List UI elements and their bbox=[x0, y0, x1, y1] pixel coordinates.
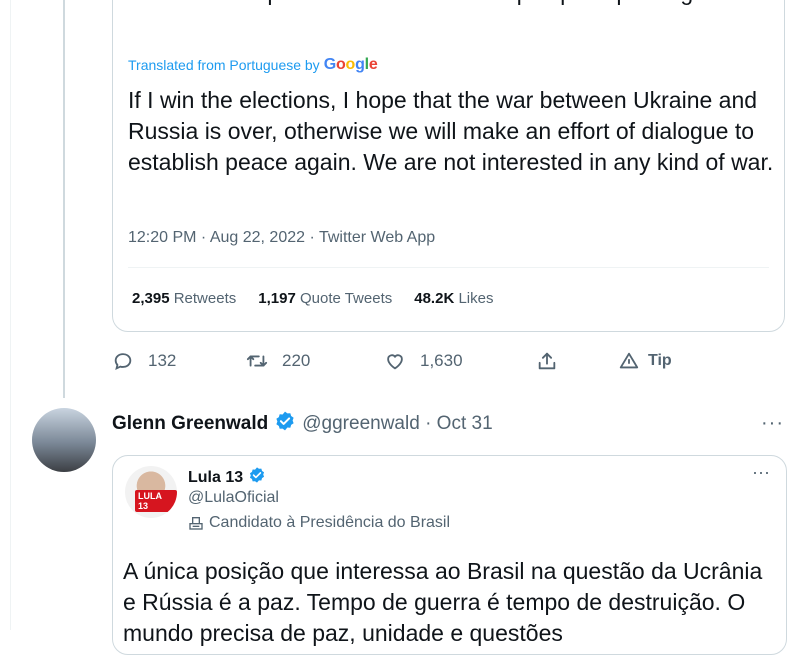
avatar[interactable] bbox=[32, 408, 96, 472]
retweets-label: Retweets bbox=[173, 290, 237, 307]
verified-badge-icon bbox=[248, 466, 266, 489]
handle-and-date[interactable]: @ggreenwald · Oct 31 bbox=[302, 413, 492, 435]
avatar-badge: LULA 13 bbox=[135, 490, 177, 512]
tweet-header: Glenn Greenwald @ggreenwald · Oct 31 bbox=[112, 410, 493, 438]
tip-icon bbox=[619, 352, 639, 369]
google-logo: Google bbox=[323, 56, 378, 73]
like-count: 1,630 bbox=[420, 351, 463, 370]
like-button[interactable]: 1,630 bbox=[384, 350, 463, 372]
author-name[interactable]: Glenn Greenwald bbox=[112, 413, 268, 435]
translated-tweet-text: If I win the elections, I hope that the … bbox=[128, 87, 774, 175]
retweet-button[interactable]: 220 bbox=[246, 350, 310, 372]
heart-icon bbox=[387, 354, 403, 370]
retweet-count: 220 bbox=[282, 351, 311, 370]
ballot-icon bbox=[189, 517, 203, 530]
quoted-tweet-card[interactable]: novamente a paz. Não nos interessa qualq… bbox=[112, 0, 785, 332]
quotes-stat[interactable]: 1,197 Quote Tweets bbox=[258, 290, 392, 307]
retweet-icon bbox=[246, 355, 268, 367]
divider bbox=[128, 267, 769, 268]
quoted-author-name: Lula 13 bbox=[188, 468, 244, 486]
original-tweet-text: novamente a paz. Não nos interessa qualq… bbox=[128, 0, 778, 8]
timeline-left-border bbox=[10, 0, 11, 630]
government-label-text: Candidato à Presidência do Brasil bbox=[209, 514, 451, 531]
share-button[interactable] bbox=[536, 350, 558, 372]
retweets-count: 2,395 bbox=[132, 290, 170, 307]
share-icon bbox=[538, 352, 556, 370]
translation-attribution[interactable]: Translated from Portuguese by Google bbox=[128, 56, 378, 74]
retweets-stat[interactable]: 2,395 Retweets bbox=[132, 290, 236, 307]
tip-label: Tip bbox=[648, 352, 672, 369]
quoted-tweet-text: A única posição que interessa ao Brasil … bbox=[123, 558, 763, 646]
likes-label: Likes bbox=[458, 290, 494, 307]
tip-button[interactable]: Tip bbox=[618, 350, 672, 372]
quotes-count: 1,197 bbox=[258, 290, 296, 307]
thread-connector-line bbox=[63, 0, 65, 398]
verified-badge-icon bbox=[274, 410, 296, 438]
tweet-timestamp-source[interactable]: 12:20 PM · Aug 22, 2022 · Twitter Web Ap… bbox=[128, 229, 435, 247]
reply-button[interactable]: 132 bbox=[112, 350, 176, 372]
quoted-avatar[interactable]: LULA 13 bbox=[125, 466, 177, 518]
reply-icon bbox=[114, 353, 132, 370]
likes-count: 48.2K bbox=[414, 290, 455, 307]
quoted-handle[interactable]: @LulaOficial bbox=[188, 489, 279, 507]
quoted-author[interactable]: Lula 13 bbox=[188, 466, 266, 489]
more-options-button[interactable]: ··· bbox=[761, 412, 784, 435]
quoted-more-options[interactable]: ··· bbox=[752, 462, 770, 483]
government-label: Candidato à Presidência do Brasil bbox=[188, 514, 450, 532]
embedded-quote-card[interactable]: LULA 13 Lula 13 @LulaOficial Candidato à… bbox=[112, 455, 787, 655]
translated-from-label: Translated from Portuguese by bbox=[128, 57, 320, 73]
quotes-label: Quote Tweets bbox=[299, 290, 393, 307]
tweet-stats: 2,395 Retweets 1,197 Quote Tweets 48.2K … bbox=[132, 290, 493, 307]
reply-count: 132 bbox=[148, 351, 177, 370]
likes-stat[interactable]: 48.2K Likes bbox=[414, 290, 493, 307]
